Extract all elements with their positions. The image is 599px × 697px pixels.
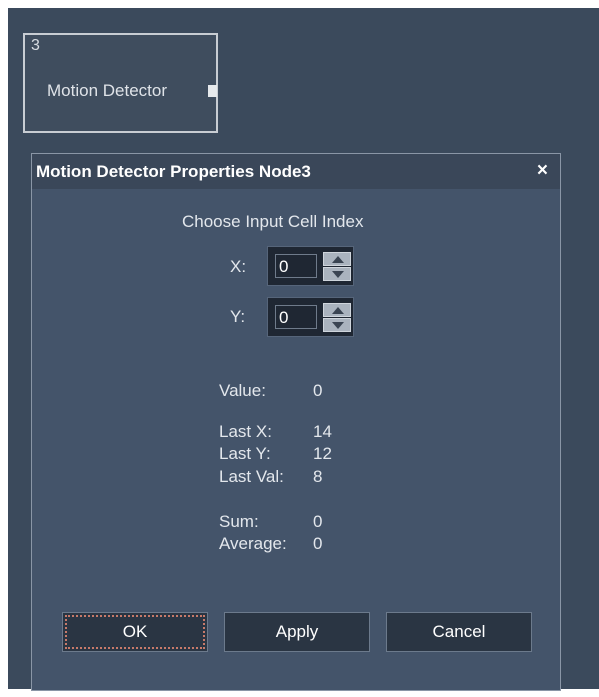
x-decrement-button[interactable] bbox=[323, 267, 351, 281]
x-increment-button[interactable] bbox=[323, 252, 351, 266]
dialog-title: Motion Detector Properties Node3 bbox=[36, 162, 311, 181]
x-label: X: bbox=[230, 257, 247, 276]
cancel-button[interactable]: Cancel bbox=[386, 612, 532, 652]
x-spinbox: 0 bbox=[267, 246, 354, 286]
last-x-readout: 14 bbox=[313, 422, 332, 441]
dialog-titlebar[interactable]: Motion Detector Properties Node3 × bbox=[32, 154, 560, 189]
node-index: 3 bbox=[31, 37, 40, 54]
choose-input-heading: Choose Input Cell Index bbox=[182, 212, 364, 231]
y-input[interactable]: 0 bbox=[275, 305, 317, 329]
apply-button[interactable]: Apply bbox=[224, 612, 370, 652]
y-label: Y: bbox=[230, 307, 246, 326]
properties-dialog: Motion Detector Properties Node3 × Choos… bbox=[31, 153, 561, 691]
y-spinbox: 0 bbox=[267, 297, 354, 337]
chevron-down-icon bbox=[332, 271, 344, 278]
last-val-readout: 8 bbox=[313, 467, 323, 486]
sum-label: Sum: bbox=[219, 512, 259, 531]
chevron-up-icon bbox=[332, 307, 344, 314]
ok-button[interactable]: OK bbox=[62, 612, 208, 652]
last-val-label: Last Val: bbox=[219, 467, 284, 486]
value-readout: 0 bbox=[313, 381, 323, 400]
node-output-port[interactable] bbox=[208, 85, 217, 97]
x-input[interactable]: 0 bbox=[275, 254, 317, 278]
motion-detector-node[interactable]: 3 Motion Detector bbox=[23, 33, 218, 133]
sum-readout: 0 bbox=[313, 512, 323, 531]
node-title: Motion Detector bbox=[47, 81, 167, 100]
last-y-readout: 12 bbox=[313, 444, 332, 463]
last-x-label: Last X: bbox=[219, 422, 272, 441]
chevron-down-icon bbox=[332, 322, 344, 329]
patch-canvas[interactable]: 3 Motion Detector Motion Detector Proper… bbox=[8, 8, 599, 691]
last-y-label: Last Y: bbox=[219, 444, 271, 463]
chevron-up-icon bbox=[332, 256, 344, 263]
average-label: Average: bbox=[219, 534, 287, 553]
close-icon[interactable]: × bbox=[537, 160, 548, 182]
y-increment-button[interactable] bbox=[323, 303, 351, 317]
y-decrement-button[interactable] bbox=[323, 318, 351, 332]
value-label: Value: bbox=[219, 381, 266, 400]
average-readout: 0 bbox=[313, 534, 323, 553]
